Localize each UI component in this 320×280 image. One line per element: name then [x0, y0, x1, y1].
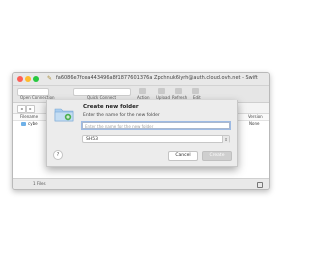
create-folder-dialog: Create new folder Enter the name for the…: [46, 100, 238, 167]
upload-icon[interactable]: [158, 88, 165, 94]
container-icon: [21, 122, 26, 126]
dialog-title: Create new folder: [83, 104, 139, 110]
zoom-window-button[interactable]: [33, 76, 39, 82]
help-button[interactable]: ?: [53, 150, 63, 160]
action-icon[interactable]: [139, 88, 146, 94]
status-bar: 1 Files: [13, 178, 269, 189]
close-window-button[interactable]: [17, 76, 23, 82]
container-select[interactable]: SH53 ⇕: [82, 135, 230, 143]
dialog-subtitle: Enter the name for the new folder: [83, 113, 160, 118]
lock-icon: [257, 182, 263, 188]
cancel-button[interactable]: Cancel: [168, 151, 198, 161]
window-title: fa6086e7fcea443496a8f1877601376a Zpchnuk…: [56, 75, 258, 81]
create-button[interactable]: Create: [202, 151, 232, 161]
back-button[interactable]: ◂: [17, 105, 26, 113]
file-count: 1 Files: [33, 181, 46, 186]
forward-button[interactable]: ▸: [26, 105, 35, 113]
refresh-icon[interactable]: [175, 88, 182, 94]
folder-icon: [54, 108, 74, 122]
container-value: SH53: [86, 137, 98, 142]
pencil-icon: ✎: [47, 75, 53, 82]
column-version[interactable]: Version: [248, 114, 263, 119]
edit-icon[interactable]: [192, 88, 199, 94]
minimize-window-button[interactable]: [25, 76, 31, 82]
row-version: None: [249, 121, 260, 126]
row-filename: cybe: [28, 121, 38, 126]
column-filename[interactable]: Filename: [20, 114, 38, 119]
folder-name-input[interactable]: Enter the name for the new folder: [82, 122, 230, 129]
select-arrows-icon: ⇕: [222, 136, 229, 143]
title-bar: ✎ fa6086e7fcea443496a8f1877601376a Zpchn…: [13, 73, 269, 86]
